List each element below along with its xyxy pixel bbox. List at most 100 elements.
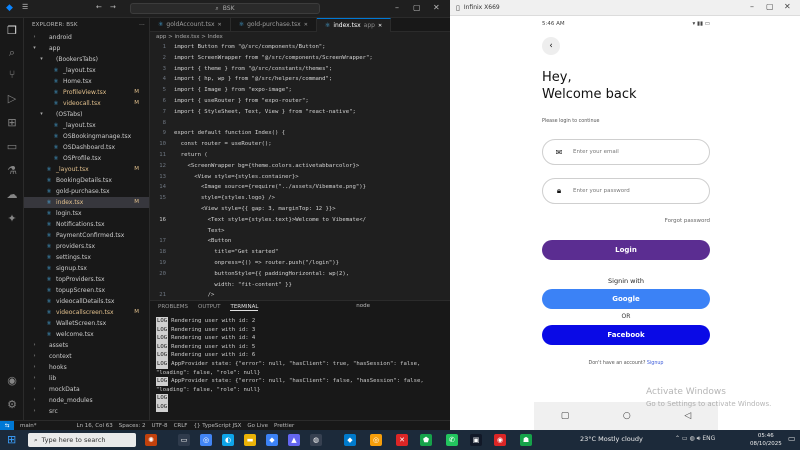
tree-folder[interactable]: › android [24, 32, 149, 43]
run-debug-icon[interactable]: ▷ [5, 92, 19, 106]
maximize-icon[interactable]: ▢ [413, 3, 421, 12]
status-branch[interactable]: main* [20, 423, 37, 429]
editor-tab[interactable]: ⚛ gold-purchase.tsx ✕ [231, 18, 317, 32]
tree-file[interactable]: ⚛ topProviders.tsx [24, 274, 149, 285]
vscode-taskbar-icon[interactable]: ◆ [344, 434, 356, 446]
tree-folder[interactable]: › hooks [24, 362, 149, 373]
editor-tab[interactable]: ⚛ goldAccount.tsx ✕ [150, 18, 231, 32]
status-language[interactable]: {} TypeScript JSX [193, 423, 241, 429]
signup-link[interactable]: Signup [647, 361, 664, 366]
forgot-password-link[interactable]: Forgot password [665, 218, 710, 224]
tree-file[interactable]: ⚛ Notifications.tsx [24, 219, 149, 230]
tree-file[interactable]: ⚛ index.tsx M [24, 197, 149, 208]
notifications-icon[interactable]: ▭ [788, 434, 796, 443]
tree-file[interactable]: ⚛ videocallDetails.tsx [24, 296, 149, 307]
remote-icon[interactable]: ⇆ [0, 420, 14, 431]
more-actions-icon[interactable]: ··· [139, 18, 145, 32]
app-icon-4[interactable]: ⬟ [420, 434, 432, 446]
tree-file[interactable]: ⚛ PaymentConfirmed.tsx [24, 230, 149, 241]
tree-file[interactable]: ⚛ providers.tsx [24, 241, 149, 252]
tree-folder[interactable]: ▾ app [24, 43, 149, 54]
octopus-widget-icon[interactable]: ✺ [145, 434, 157, 446]
tree-file[interactable]: ⚛ OSDashboard.tsx [24, 142, 149, 153]
android-studio-icon[interactable]: ☗ [520, 434, 532, 446]
tree-folder[interactable]: ▾ (BookersTabs) [24, 54, 149, 65]
tree-folder[interactable]: ▾ (OSTabs) [24, 109, 149, 120]
terminal-output[interactable]: LOG Rendering user with id: 2 LOG Rendering… [156, 317, 446, 412]
tab-close-icon[interactable]: ✕ [218, 18, 222, 32]
tree-file[interactable]: ⚛ gold-purchase.tsx [24, 186, 149, 197]
app-icon-2[interactable]: ◍ [310, 434, 322, 446]
store-icon[interactable]: ◆ [266, 434, 278, 446]
remote-explorer-icon[interactable]: ▭ [5, 140, 19, 154]
tree-file[interactable]: ⚛ _layout.tsx [24, 65, 149, 76]
tree-folder[interactable]: › mockData [24, 384, 149, 395]
tree-file[interactable]: ⚛ OSProfile.tsx [24, 153, 149, 164]
emu-close-icon[interactable]: ✕ [784, 2, 791, 11]
account-icon[interactable]: ◉ [5, 374, 19, 388]
settings-gear-icon[interactable]: ⚙ [5, 398, 19, 412]
facebook-button[interactable]: Facebook [542, 325, 710, 345]
emu-maximize-icon[interactable]: ▢ [766, 2, 774, 11]
file-explorer-icon[interactable]: ▬ [244, 434, 256, 446]
extensions-icon[interactable]: ⊞ [5, 116, 19, 130]
command-search-input[interactable]: ⌕ BSK [130, 3, 320, 14]
panel-tab[interactable]: PROBLEMS [158, 304, 188, 310]
status-spaces[interactable]: Spaces: 2 [119, 423, 146, 429]
close-icon[interactable]: ✕ [433, 3, 440, 12]
status-position[interactable]: Ln 16, Col 63 [77, 423, 113, 429]
tree-folder[interactable]: › node_modules [24, 395, 149, 406]
tree-folder[interactable]: › lib [24, 373, 149, 384]
windows-start-icon[interactable]: ⊞ [7, 433, 16, 446]
forward-arrow-icon[interactable]: → [110, 3, 116, 11]
chrome-canary-icon[interactable]: ◎ [370, 434, 382, 446]
tree-file[interactable]: ⚛ settings.tsx [24, 252, 149, 263]
tree-file[interactable]: ⚛ login.tsx [24, 208, 149, 219]
chrome-icon[interactable]: ◎ [200, 434, 212, 446]
terminal-name[interactable]: node [356, 303, 370, 309]
tree-file[interactable]: ⚛ signup.tsx [24, 263, 149, 274]
google-button[interactable]: Google [542, 289, 710, 309]
app-icon-3[interactable]: ✕ [396, 434, 408, 446]
tree-file[interactable]: ⚛ BookingDetails.tsx [24, 175, 149, 186]
status-encoding[interactable]: UTF-8 [152, 423, 168, 429]
code-editor[interactable]: 1 import Button from "@/src/components/Bu… [150, 42, 450, 334]
source-control-icon[interactable]: ⑂ [5, 68, 19, 82]
tree-file[interactable]: ⚛ _layout.tsx [24, 120, 149, 131]
recent-apps-icon[interactable]: ▢ [561, 411, 570, 421]
terminal-icon[interactable]: ▣ [470, 434, 482, 446]
back-button[interactable]: ‹ [542, 37, 560, 55]
back-arrow-icon[interactable]: ← [96, 3, 102, 11]
panel-tab[interactable]: OUTPUT [198, 304, 220, 310]
whatsapp-icon[interactable]: ✆ [446, 434, 458, 446]
tree-file[interactable]: ⚛ OSBookingmanage.tsx [24, 131, 149, 142]
nav-back-icon[interactable]: ◁ [684, 411, 691, 421]
system-tray-icons[interactable]: ⌃ ▭ ◍ 🔊︎ ENG [675, 435, 715, 443]
tree-folder[interactable]: › src [24, 406, 149, 417]
testing-icon[interactable]: ⚗ [5, 164, 19, 178]
tree-file[interactable]: ⚛ ProfileView.tsx M [24, 87, 149, 98]
status-eol[interactable]: CRLF [174, 423, 188, 429]
tree-file[interactable]: ⚛ topupScreen.tsx [24, 285, 149, 296]
panel-tab[interactable]: TERMINAL [230, 304, 259, 311]
tab-close-icon[interactable]: ✕ [378, 19, 382, 33]
email-field[interactable]: ✉ Enter your email [542, 139, 710, 165]
app-icon[interactable]: ▲ [288, 434, 300, 446]
tree-file[interactable]: ⚛ videocall.tsx M [24, 98, 149, 109]
python-icon[interactable]: ✦ [5, 212, 19, 226]
tree-file[interactable]: ⚛ _layout.tsx M [24, 164, 149, 175]
tree-file[interactable]: ⚛ welcome.tsx [24, 329, 149, 340]
tree-file[interactable]: ⚛ videocallscreen.tsx M [24, 307, 149, 318]
edge-icon[interactable]: ◐ [222, 434, 234, 446]
minimize-icon[interactable]: – [395, 3, 399, 12]
clock[interactable]: 05:46 08/10/2025 [750, 432, 782, 448]
explorer-icon[interactable]: ❐ [5, 24, 19, 38]
menu-icon[interactable]: ☰ [22, 3, 28, 11]
status-golive[interactable]: Go Live [247, 423, 268, 429]
tree-file[interactable]: ⚛ WalletScreen.tsx [24, 318, 149, 329]
editor-tab[interactable]: ⚛ index.tsx app ✕ [316, 18, 392, 33]
home-icon[interactable]: ○ [623, 411, 631, 421]
task-view-icon[interactable]: ▭ [178, 434, 190, 446]
weather-widget[interactable]: 23°C Mostly cloudy [580, 435, 643, 443]
tab-close-icon[interactable]: ✕ [304, 18, 308, 32]
